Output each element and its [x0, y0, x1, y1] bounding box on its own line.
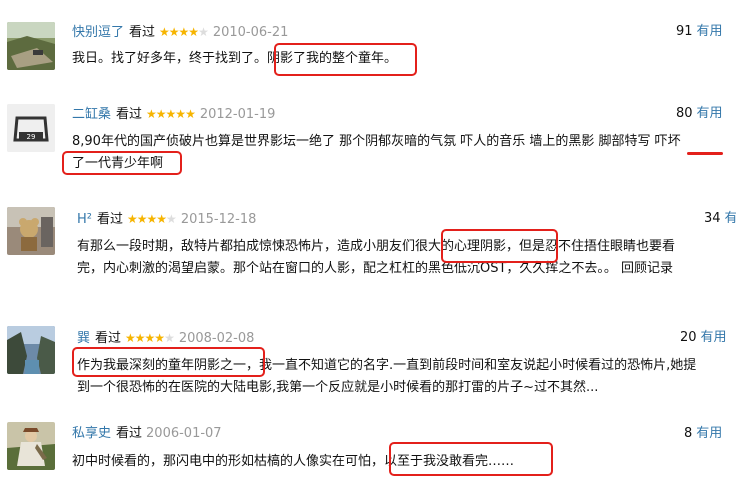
useful-count: 34	[704, 211, 721, 226]
review-header: 快别逗了 看过 ★★★★★ 2010-06-21	[72, 23, 288, 42]
username-link[interactable]: 巽	[77, 331, 90, 346]
useful-count: 20	[680, 330, 697, 345]
avatar-badge: 29	[27, 133, 36, 141]
username-link[interactable]: H²	[77, 212, 92, 227]
review-text-line: 我日。找了好多年，终于找到了。阴影了我的整个童年。	[72, 51, 398, 66]
useful-button[interactable]: 有用	[701, 330, 727, 345]
review-date: 2015-12-18	[180, 212, 257, 227]
useful-vote: 80 有用	[676, 105, 723, 123]
review-text-line: 8,90年代的国产侦破片也算是世界影坛一绝了 那个阴郁灰暗的气氛 吓人的音乐 墙…	[72, 134, 681, 149]
watched-label: 看过	[116, 426, 143, 441]
useful-vote: 34 有	[704, 210, 736, 228]
review-text: 有那么一段时期，敌特片都拍成惊悚恐怖片，造成小朋友们很大的心理阴影，但是忍不住捂…	[77, 236, 675, 280]
useful-count: 8	[684, 426, 693, 441]
useful-vote: 91 有用	[676, 23, 723, 41]
watched-label: 看过	[116, 107, 143, 122]
username-link[interactable]: 快别逗了	[72, 25, 124, 40]
review-header: 巽看过 ★★★★★ 2008-02-08	[77, 329, 254, 348]
review-date: 2008-02-08	[178, 331, 255, 346]
avatar[interactable]	[7, 326, 55, 374]
useful-button[interactable]: 有用	[697, 106, 723, 121]
review-date: 2010-06-21	[212, 25, 289, 40]
useful-vote: 20 有用	[680, 329, 727, 347]
rating-stars: ★★★★★	[125, 331, 175, 345]
highlight-underline	[687, 152, 723, 155]
avatar[interactable]	[7, 207, 55, 255]
avatar[interactable]	[7, 422, 55, 470]
rating-stars: ★★★★★	[127, 212, 177, 226]
useful-button[interactable]: 有用	[697, 24, 723, 39]
rating-stars: ★★★★★	[146, 107, 196, 121]
review-text-line: 到一个很恐怖的在医院的大陆电影,我第一个反应就是小时候看的那打雷的片子~过不其然…	[77, 380, 599, 395]
review-text: 初中时候看的，那闪电中的形如枯槁的人像实在可怕，以至于我没敢看完……	[72, 451, 514, 473]
useful-vote: 8 有用	[684, 425, 722, 443]
review-text-line: 了一代青少年啊	[72, 156, 164, 171]
review-text-line: 有那么一段时期，敌特片都拍成惊悚恐怖片，造成小朋友们很大的心理阴影，但是忍不住捂…	[77, 239, 676, 254]
review-text: 我日。找了好多年，终于找到了。阴影了我的整个童年。	[72, 48, 397, 70]
useful-button[interactable]: 有	[725, 211, 736, 226]
useful-count: 80	[676, 106, 693, 121]
review-header: H² 看过 ★★★★★ 2015-12-18	[77, 210, 256, 229]
watched-label: 看过	[95, 331, 122, 346]
watched-label: 看过	[97, 212, 124, 227]
review-text-line: 完，内心刺激的渴望启蒙。那个站在窗口的人影，配之杠杠的黑色低沉OST，久久挥之不…	[77, 261, 674, 276]
username-link[interactable]: 私享史	[72, 426, 111, 441]
review-text: 8,90年代的国产侦破片也算是世界影坛一绝了 那个阴郁灰暗的气氛 吓人的音乐 墙…	[72, 131, 681, 175]
rating-stars: ★★★★★	[159, 25, 209, 39]
review-date: 2012-01-19	[199, 107, 276, 122]
review-date: 2006-01-07	[146, 426, 222, 441]
review-text: 作为我最深刻的童年阴影之一，我一直不知道它的名字.一直到前段时间和室友说起小时候…	[77, 355, 696, 399]
avatar[interactable]	[7, 22, 55, 70]
review-text-line: 初中时候看的，那闪电中的形如枯槁的人像实在可怕，以至于我没敢看完……	[72, 454, 515, 469]
username-link[interactable]: 二缸桑	[72, 107, 111, 122]
review-text-line: 作为我最深刻的童年阴影之一，我一直不知道它的名字.一直到前段时间和室友说起小时候…	[77, 358, 697, 373]
review-header: 二缸桑 看过 ★★★★★ 2012-01-19	[72, 105, 275, 124]
useful-button[interactable]: 有用	[696, 426, 722, 441]
avatar[interactable]: 29	[7, 104, 55, 152]
watched-label: 看过	[129, 25, 156, 40]
useful-count: 91	[676, 24, 693, 39]
review-header: 私享史 看过 2006-01-07	[72, 425, 222, 443]
